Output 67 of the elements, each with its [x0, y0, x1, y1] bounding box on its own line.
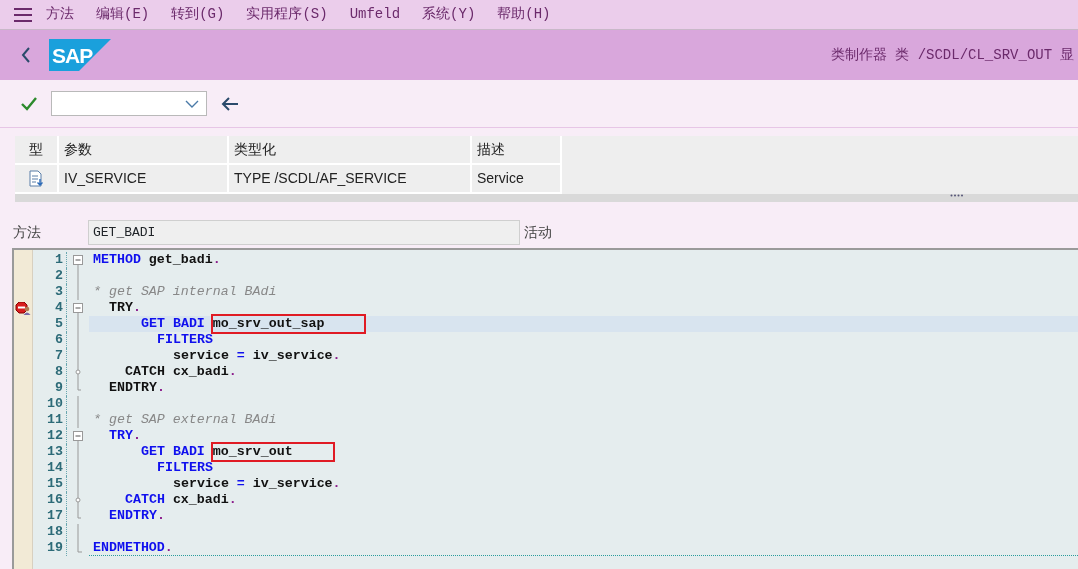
column-header: 型: [15, 136, 59, 165]
menu-item[interactable]: 系统(Y): [422, 4, 476, 25]
menu-item[interactable]: 编辑(E): [96, 4, 150, 25]
check-icon[interactable]: [21, 96, 37, 111]
status-text: 活动: [523, 223, 552, 242]
line-number: 6: [33, 332, 67, 348]
collapse-icon[interactable]: [73, 300, 84, 316]
menu-item[interactable]: 转到(G): [171, 4, 225, 25]
code-line: service = iv_service.: [173, 476, 341, 492]
menu-icon[interactable]: [14, 7, 32, 22]
code-line: ENDTRY.: [109, 380, 165, 396]
line-number: 9: [33, 380, 67, 396]
line-number: 10: [33, 396, 67, 412]
code-line: ENDMETHOD.: [93, 540, 173, 556]
code-line: TRY.: [109, 428, 141, 444]
line-number: 15: [33, 476, 67, 492]
menu-item[interactable]: 方法: [46, 4, 74, 25]
line-number: 13: [33, 444, 67, 460]
line-number: 19: [33, 540, 67, 556]
column-header: 描述: [472, 136, 562, 165]
collapse-icon[interactable]: [73, 252, 84, 268]
splitter-handle-icon[interactable]: [950, 194, 964, 197]
method-label: 方法: [13, 223, 42, 242]
column-header: 参数: [59, 136, 229, 165]
line-number: 14: [33, 460, 67, 476]
line-number: 16: [33, 492, 67, 508]
line-number: 8: [33, 364, 67, 380]
fold-line-icon: [73, 364, 84, 380]
menu-item[interactable]: Umfeld: [349, 4, 401, 25]
code-line: CATCH cx_badi.: [125, 364, 237, 380]
line-number: 18: [33, 524, 67, 540]
arrow-left-icon[interactable]: [221, 96, 239, 111]
breakpoint-icon[interactable]: [15, 301, 31, 315]
line-number: 17: [33, 508, 67, 524]
line-number: 3: [33, 284, 67, 300]
chevron-down-icon[interactable]: [185, 99, 199, 108]
line-number: 12: [33, 428, 67, 444]
code-line: METHOD get_badi.: [93, 252, 221, 268]
line-number: 2: [33, 268, 67, 284]
code-line: CATCH cx_badi.: [125, 492, 237, 508]
code-line: service = iv_service.: [173, 348, 341, 364]
window-title: 类制作器 类 /SCDL/CL_SRV_OUT 显: [830, 45, 1076, 65]
column-header: 类型化: [229, 136, 472, 165]
line-number: 1: [33, 252, 67, 268]
document-icon: [28, 170, 44, 187]
code-line: ENDTRY.: [109, 508, 165, 524]
line-number: 11: [33, 412, 67, 428]
method-field[interactable]: GET_BADI: [88, 220, 520, 245]
code-line: FILTERS: [157, 460, 213, 476]
code-line: GET BADI: [141, 316, 206, 332]
highlighted-code: mo_srv_out: [212, 444, 333, 460]
menu-item[interactable]: 实用程序(S): [246, 4, 328, 25]
logo-icon: SAP: [49, 39, 111, 71]
command-field[interactable]: [51, 91, 207, 116]
code-line: FILTERS: [157, 332, 213, 348]
line-number: 4: [33, 300, 67, 316]
code-comment: * get SAP external BAdi: [93, 412, 277, 428]
collapse-icon[interactable]: [73, 428, 84, 444]
code-comment: * get SAP internal BAdi: [93, 284, 277, 300]
code-line: TRY.: [109, 300, 141, 316]
back-icon[interactable]: [21, 46, 31, 64]
fold-line-icon: [73, 492, 84, 508]
menu-item[interactable]: 帮助(H): [497, 4, 551, 25]
line-number: 7: [33, 348, 67, 364]
highlighted-code: mo_srv_out_sap: [212, 316, 365, 332]
code-line: GET BADI: [141, 444, 206, 460]
line-number: 5: [33, 316, 67, 332]
